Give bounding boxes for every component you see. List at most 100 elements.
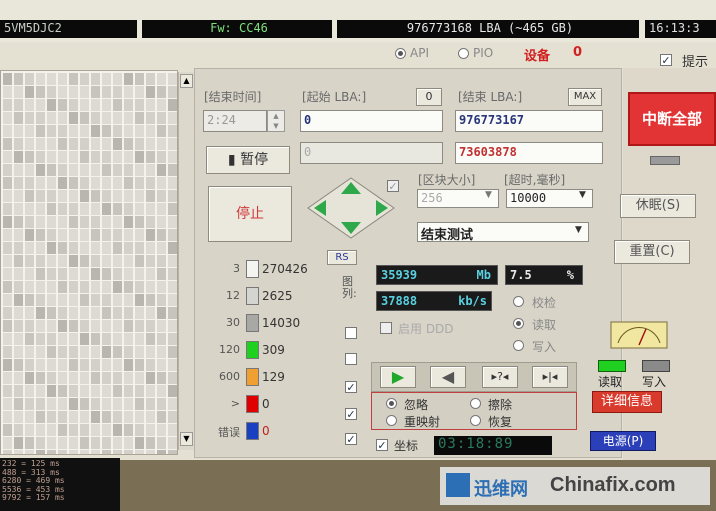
write-label: 写入 [532, 340, 557, 354]
map-block [113, 125, 122, 137]
map-block [14, 333, 23, 345]
abort-all-button[interactable]: 中断全部 [628, 92, 716, 146]
end-lba-field[interactable]: 976773167 [455, 110, 603, 132]
map-block [69, 242, 78, 254]
timer-checkbox[interactable]: ✓ [376, 439, 388, 451]
disabled-lba-field: 0 [300, 142, 443, 164]
map-block [36, 385, 45, 397]
pause-button[interactable]: ▮ 暂停 [206, 146, 290, 174]
pio-mode-radio[interactable] [458, 48, 469, 59]
end-lba-max-button[interactable]: MAX [568, 88, 602, 106]
end-action-select[interactable]: 结束测试 [417, 222, 589, 243]
map-block [14, 112, 23, 124]
histogram-row: 12 2625 [204, 287, 354, 305]
tips-checkbox[interactable]: ✓ [660, 54, 672, 66]
map-block [146, 216, 155, 228]
show-gt-checkbox[interactable]: ✓ [345, 408, 357, 420]
map-block [168, 138, 177, 150]
random-seek-icon[interactable]: ▸?◂ [482, 366, 518, 388]
map-block [25, 385, 34, 397]
restore-radio[interactable] [470, 415, 481, 426]
map-block [168, 229, 177, 241]
map-block [69, 398, 78, 410]
map-block [14, 320, 23, 332]
map-block [25, 229, 34, 241]
map-block [36, 281, 45, 293]
power-button[interactable]: 电源(P) [590, 431, 656, 451]
stop-button[interactable]: 停止 [208, 186, 292, 242]
show-600-checkbox[interactable] [345, 353, 357, 365]
map-block [58, 437, 67, 449]
map-block [113, 164, 122, 176]
erase-radio[interactable] [470, 398, 481, 409]
device-number: 0 [573, 45, 583, 60]
map-block [80, 359, 89, 371]
map-block [47, 437, 56, 449]
map-block [146, 190, 155, 202]
end-time-field[interactable]: 2:24 [203, 110, 267, 132]
show-120-checkbox[interactable] [345, 327, 357, 339]
map-block [91, 294, 100, 306]
map-block [3, 73, 12, 85]
map-block [157, 359, 166, 371]
verify-radio[interactable] [513, 296, 524, 307]
map-block [80, 203, 89, 215]
map-block [124, 372, 133, 384]
play-icon[interactable]: ▶ [380, 366, 416, 388]
map-block [168, 281, 177, 293]
details-button[interactable]: 详细信息 [592, 391, 662, 413]
scroll-down-arrow-icon[interactable]: ▼ [180, 432, 193, 446]
map-block [168, 255, 177, 267]
show-error-checkbox[interactable]: ✓ [345, 433, 357, 445]
write-radio[interactable] [513, 340, 524, 351]
map-block [80, 177, 89, 189]
sleep-button[interactable]: 休眠(S) [620, 194, 696, 218]
map-block [91, 99, 100, 111]
timer-label: 坐标 [394, 439, 419, 453]
end-time-spinner-icon[interactable]: ▲ ▼ [267, 110, 285, 132]
ignore-radio[interactable] [386, 398, 397, 409]
map-block [47, 203, 56, 215]
map-block [102, 424, 111, 436]
back-icon[interactable]: ◀ [430, 366, 466, 388]
map-block [113, 229, 122, 241]
api-mode-radio[interactable] [395, 48, 406, 59]
map-block [102, 177, 111, 189]
block-size-dropdown-icon[interactable]: ▼ [485, 190, 492, 200]
map-block [3, 372, 12, 384]
map-block [58, 229, 67, 241]
map-block [14, 255, 23, 267]
map-block [135, 424, 144, 436]
read-radio[interactable] [513, 318, 524, 329]
end-action-dropdown-icon[interactable]: ▼ [575, 225, 582, 235]
map-block [14, 216, 23, 228]
clock-display: 16:13:3 [645, 20, 716, 38]
map-block [58, 268, 67, 280]
map-block [3, 268, 12, 280]
map-block [135, 190, 144, 202]
map-block [36, 320, 45, 332]
block-size-checkbox[interactable]: ✓ [387, 180, 399, 192]
map-block [168, 151, 177, 163]
scroll-up-arrow-icon[interactable]: ▲ [180, 74, 193, 88]
map-block [146, 359, 155, 371]
timeout-dropdown-icon[interactable]: ▼ [579, 190, 586, 200]
map-block [102, 333, 111, 345]
rs-button[interactable]: RS [327, 250, 357, 265]
percent-value: 7.5 [510, 268, 532, 282]
map-block [14, 242, 23, 254]
map-scrollbar[interactable]: ▲ ▼ [178, 72, 194, 450]
show-over-checkbox[interactable]: ✓ [345, 381, 357, 393]
map-block [146, 177, 155, 189]
map-block [58, 112, 67, 124]
start-lba-zero-button[interactable]: 0 [416, 88, 442, 106]
map-block [25, 437, 34, 449]
direction-pad[interactable] [306, 176, 396, 240]
ddd-checkbox[interactable] [380, 322, 392, 334]
map-block [58, 177, 67, 189]
map-block [36, 203, 45, 215]
butterfly-icon[interactable]: ▸|◂ [532, 366, 568, 388]
reset-button[interactable]: 重置(C) [614, 240, 690, 264]
start-lba-field[interactable]: 0 [300, 110, 443, 132]
remap-radio[interactable] [386, 415, 397, 426]
